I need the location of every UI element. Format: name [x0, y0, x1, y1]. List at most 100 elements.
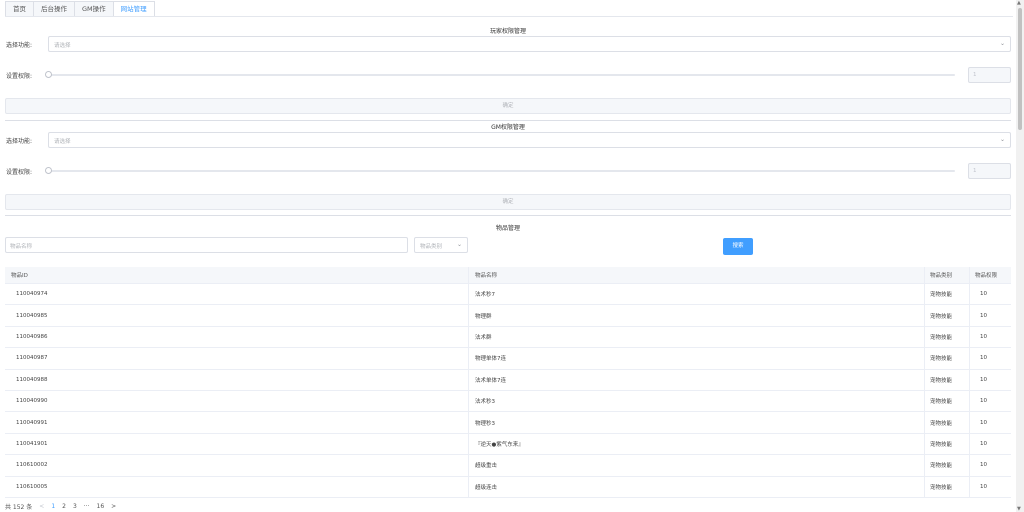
gm-select-placeholder: 请选择 — [54, 139, 71, 145]
scroll-up-icon[interactable]: ▲ — [1017, 0, 1021, 6]
header-item-name[interactable]: 物品名称 — [468, 267, 924, 283]
cell-item-name: 物理单体7连 — [468, 348, 924, 369]
cell-item-category: 宠物技能 — [924, 369, 969, 390]
gm-perm-slider-handle[interactable] — [45, 167, 52, 174]
item-category-select[interactable]: 物品类别 ⌄ — [414, 237, 468, 253]
cell-item-id: 110040991 — [16, 419, 48, 426]
table-row[interactable]: 110040991 物理秒3 宠物技能 10 — [5, 412, 1011, 434]
gm-function-select[interactable]: 请选择 ⌄ — [48, 132, 1011, 148]
item-table: 物品ID 物品名称 物品类别 物品权限 110040974 法术秒7 宠物技能 10 1… — [5, 267, 1011, 498]
pager-page[interactable]: 1 — [51, 503, 55, 510]
section-divider — [5, 120, 1011, 121]
cell-item-category: 宠物技能 — [924, 412, 969, 433]
cell-item-category: 宠物技能 — [924, 326, 969, 348]
cell-item-permission: 10 — [969, 305, 1011, 326]
tab-site-management[interactable]: 网站管理 — [113, 1, 155, 17]
table-row[interactable]: 110610002 超级重击 宠物技能 10 — [5, 455, 1011, 477]
player-function-select[interactable]: 请选择 ⌄ — [48, 36, 1011, 52]
cell-item-name: 法术群 — [468, 326, 924, 348]
table-row[interactable]: 110041901 『逆天●紫气东来』 宠物技能 10 — [5, 433, 1011, 456]
chevron-down-icon: ⌄ — [999, 40, 1005, 47]
cell-item-category: 宠物技能 — [924, 305, 969, 326]
table-row[interactable]: 110040990 法术秒3 宠物技能 10 — [5, 390, 1011, 413]
cell-item-category: 宠物技能 — [924, 348, 969, 369]
cell-item-permission: 10 — [969, 433, 1011, 455]
cell-item-name: 法术单体7连 — [468, 369, 924, 390]
chevron-down-icon: ⌄ — [999, 136, 1005, 143]
gm-confirm-button[interactable]: 确定 — [5, 194, 1011, 210]
cell-item-id: 110040990 — [16, 398, 48, 405]
pagination: 共 152 条 < 1 2 3 ··· 16 > — [5, 501, 116, 511]
cell-item-name: 『逆天●紫气东来』 — [468, 433, 924, 455]
page: 首页 后台操作 GM操作 网站管理 玩家权限管理 选择功能: 请选择 ⌄ 设置权… — [0, 0, 1024, 512]
table-body: 110040974 法术秒7 宠物技能 10 110040985 物理群 宠物技能 10 110… — [5, 284, 1011, 498]
section-divider — [5, 215, 1011, 216]
cell-item-category: 宠物技能 — [924, 390, 969, 412]
cell-item-permission: 10 — [969, 455, 1011, 476]
tabs-divider — [5, 16, 1013, 17]
player-perm-input[interactable]: 1 — [968, 67, 1011, 83]
cell-item-name: 物理群 — [468, 305, 924, 326]
item-mgmt-title: 物品管理 — [495, 225, 520, 232]
gm-perm-label: 设置权限: — [6, 169, 33, 176]
player-perm-title: 玩家权限管理 — [489, 28, 526, 35]
cell-item-name: 超级连击 — [468, 476, 924, 497]
table-row[interactable]: 110040985 物理群 宠物技能 10 — [5, 305, 1011, 327]
page-scrollbar[interactable]: ▲ ▼ — [1016, 0, 1024, 512]
player-perm-value: 1 — [973, 72, 977, 78]
cell-item-permission: 10 — [969, 476, 1011, 497]
player-perm-slider[interactable] — [49, 74, 955, 76]
cell-item-category: 宠物技能 — [924, 476, 969, 497]
cell-item-name: 法术秒3 — [468, 390, 924, 412]
chevron-down-icon: ⌄ — [456, 241, 462, 248]
player-select-placeholder: 请选择 — [54, 43, 71, 49]
cell-item-id: 110610002 — [16, 462, 48, 469]
cell-item-permission: 10 — [969, 284, 1011, 305]
item-name-input[interactable]: 物品名称 — [5, 237, 408, 253]
table-row[interactable]: 110610005 超级连击 宠物技能 10 — [5, 476, 1011, 498]
cell-item-permission: 10 — [969, 326, 1011, 348]
cell-item-id: 110040987 — [16, 355, 48, 362]
header-item-permission[interactable]: 物品权限 — [969, 267, 1011, 283]
pager-prev-icon[interactable]: < — [39, 503, 44, 510]
pager-pages: 1 2 3 ··· 16 — [51, 503, 104, 510]
player-perm-label: 设置权限: — [6, 73, 33, 80]
pager-page[interactable]: 2 — [62, 503, 66, 510]
table-header: 物品ID 物品名称 物品类别 物品权限 — [5, 267, 1011, 284]
pager-ellipsis[interactable]: ··· — [84, 503, 90, 510]
cell-item-category: 宠物技能 — [924, 284, 969, 305]
pager-next-icon[interactable]: > — [111, 503, 116, 510]
cell-item-name: 物理秒3 — [468, 412, 924, 433]
tab-gm[interactable]: GM操作 — [75, 1, 114, 17]
player-confirm-button[interactable]: 确定 — [5, 98, 1011, 114]
cell-item-name: 超级重击 — [468, 455, 924, 476]
cell-item-id: 110040988 — [16, 376, 48, 383]
table-row[interactable]: 110040974 法术秒7 宠物技能 10 — [5, 284, 1011, 306]
player-perm-slider-handle[interactable] — [45, 71, 52, 78]
search-button[interactable]: 搜索 — [723, 238, 753, 255]
table-row[interactable]: 110040988 法术单体7连 宠物技能 10 — [5, 369, 1011, 391]
player-select-label: 选择功能: — [6, 42, 33, 49]
table-row[interactable]: 110040987 物理单体7连 宠物技能 10 — [5, 348, 1011, 370]
cell-item-category: 宠物技能 — [924, 433, 969, 455]
pager-page[interactable]: 3 — [73, 503, 77, 510]
gm-select-label: 选择功能: — [6, 138, 33, 145]
gm-perm-slider[interactable] — [49, 170, 955, 172]
gm-perm-title: GM权限管理 — [491, 124, 525, 131]
cell-item-permission: 10 — [969, 369, 1011, 390]
tab-backend[interactable]: 后台操作 — [34, 1, 75, 17]
pager-page[interactable]: 16 — [97, 503, 105, 510]
scroll-down-icon[interactable]: ▼ — [1017, 506, 1021, 512]
header-item-category[interactable]: 物品类别 — [924, 267, 969, 283]
tab-home[interactable]: 首页 — [5, 1, 34, 17]
gm-perm-input[interactable]: 1 — [968, 163, 1011, 179]
pager-total: 共 152 条 — [5, 503, 33, 511]
table-row[interactable]: 110040986 法术群 宠物技能 10 — [5, 326, 1011, 349]
cell-item-permission: 10 — [969, 348, 1011, 369]
cell-item-permission: 10 — [969, 390, 1011, 412]
header-item-id[interactable]: 物品ID — [5, 267, 468, 283]
cell-item-category: 宠物技能 — [924, 455, 969, 476]
scrollbar-thumb[interactable] — [1018, 8, 1022, 130]
cell-item-id: 110041901 — [16, 440, 48, 447]
item-name-placeholder: 物品名称 — [10, 244, 33, 250]
